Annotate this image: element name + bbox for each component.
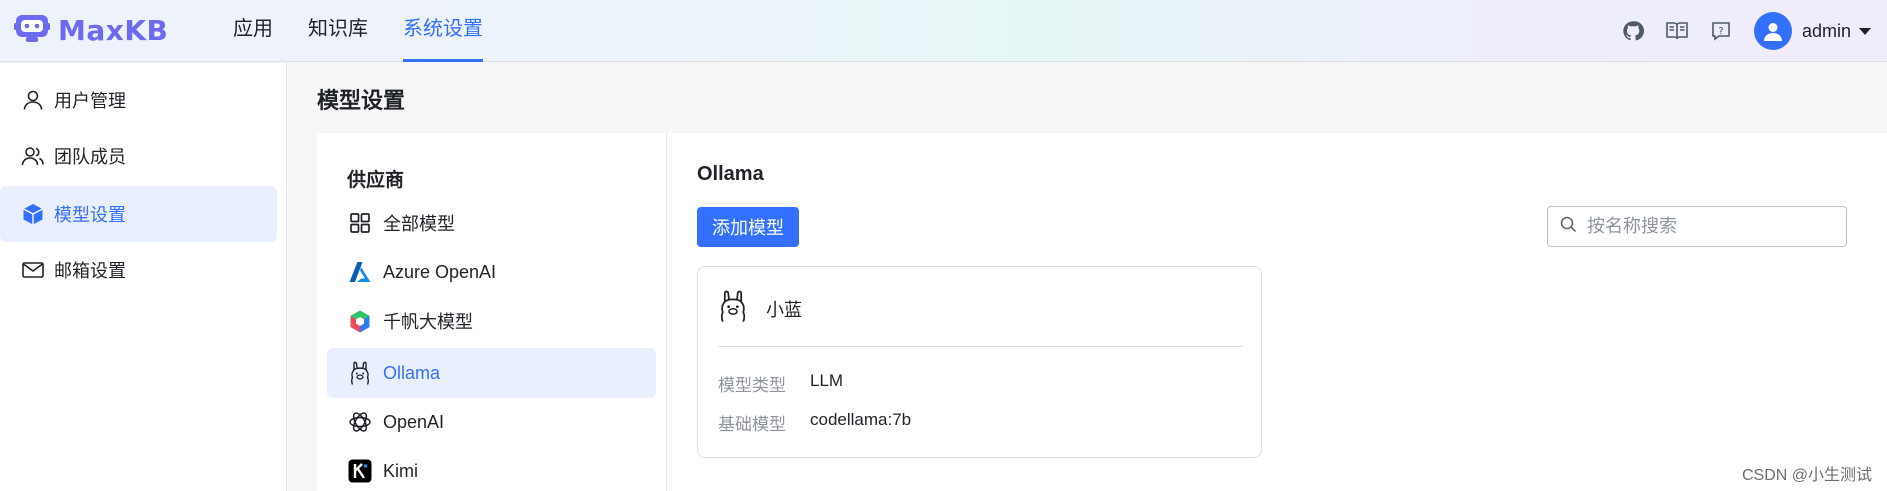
card-divider <box>718 346 1243 347</box>
provider-item-qianfan[interactable]: 千帆大模型 <box>327 296 656 346</box>
provider-detail-title: Ollama <box>697 163 764 185</box>
page-title: 模型设置 <box>317 88 406 113</box>
svg-text:?: ? <box>1718 26 1723 37</box>
robot-logo-icon <box>14 12 50 49</box>
docs-book-icon[interactable] <box>1664 18 1690 44</box>
model-search-box[interactable] <box>1547 206 1847 247</box>
tab-system-settings[interactable]: 系统设置 <box>403 0 483 62</box>
search-icon <box>1560 216 1577 238</box>
model-type-value: LLM <box>810 371 844 390</box>
brand-name: MaxKB <box>58 13 169 47</box>
top-header: MaxKB 应用 知识库 系统设置 ? admin <box>0 0 1887 62</box>
provider-item-label: Ollama <box>383 362 441 383</box>
search-input[interactable] <box>1587 216 1827 237</box>
top-nav: 应用 知识库 系统设置 <box>233 0 518 62</box>
model-type-label: 模型类型 <box>718 376 786 395</box>
provider-item-ollama[interactable]: Ollama <box>327 348 656 398</box>
base-model-row: 基础模型 codellama:7b <box>718 410 911 435</box>
provider-item-label: 全部模型 <box>383 214 455 234</box>
watermark: CSDN @小生测试 <box>1741 467 1872 484</box>
user-avatar[interactable] <box>1753 12 1792 50</box>
provider-item-label: Azure OpenAI <box>383 261 497 282</box>
provider-item-label: OpenAI <box>383 411 445 432</box>
tab-apps[interactable]: 应用 <box>233 0 273 62</box>
provider-list: 供应商 全部模型 Azure OpenAI 千帆大模型 Ollama OpenA… <box>317 133 667 491</box>
provider-item-azure-openai[interactable]: Azure OpenAI <box>327 247 656 297</box>
provider-item-label: Kimi <box>383 460 418 481</box>
sidebar-item-label: 用户管理 <box>54 91 126 111</box>
username-label[interactable]: admin <box>1802 21 1851 42</box>
header-actions: ? admin <box>1620 0 1887 62</box>
sidebar-item-team-members[interactable]: 团队成员 <box>0 128 277 184</box>
settings-sidebar: 用户管理 团队成员 模型设置 邮箱设置 <box>0 63 287 491</box>
model-type-row: 模型类型 LLM <box>718 371 843 396</box>
chevron-down-icon[interactable] <box>1859 27 1871 35</box>
provider-item-kimi[interactable]: Kimi <box>327 446 656 491</box>
base-model-value: codellama:7b <box>810 410 912 429</box>
user-icon <box>20 87 46 113</box>
sidebar-item-model-settings[interactable]: 模型设置 <box>0 186 277 242</box>
openai-icon <box>347 409 373 435</box>
provider-item-all-models[interactable]: 全部模型 <box>327 198 656 248</box>
ollama-icon <box>718 287 748 330</box>
add-model-button[interactable]: 添加模型 <box>697 207 799 247</box>
help-icon[interactable]: ? <box>1708 18 1734 44</box>
kimi-icon <box>347 458 373 484</box>
azure-icon <box>347 259 373 285</box>
github-icon[interactable] <box>1620 18 1646 44</box>
team-icon <box>20 143 46 169</box>
mail-icon <box>20 257 46 283</box>
base-model-label: 基础模型 <box>718 415 786 434</box>
model-settings-panel: 供应商 全部模型 Azure OpenAI 千帆大模型 Ollama OpenA… <box>317 133 1887 491</box>
cube-icon <box>20 201 46 227</box>
tab-knowledge-base[interactable]: 知识库 <box>308 0 368 62</box>
provider-item-openai[interactable]: OpenAI <box>327 397 656 447</box>
sidebar-item-label: 模型设置 <box>54 205 126 225</box>
grid-icon <box>347 210 373 236</box>
sidebar-item-label: 团队成员 <box>54 147 126 167</box>
sidebar-item-user-management[interactable]: 用户管理 <box>0 72 277 128</box>
model-card-header: 小蓝 <box>718 287 802 330</box>
ollama-icon <box>347 360 373 386</box>
qianfan-icon <box>347 308 373 334</box>
model-name: 小蓝 <box>766 299 802 320</box>
sidebar-item-label: 邮箱设置 <box>54 261 126 281</box>
provider-item-label: 千帆大模型 <box>383 312 473 332</box>
sidebar-item-mail-settings[interactable]: 邮箱设置 <box>0 242 277 298</box>
brand-logo[interactable]: MaxKB <box>14 12 168 48</box>
model-card[interactable]: 小蓝 模型类型 LLM 基础模型 codellama:7b <box>697 266 1262 458</box>
provider-list-title: 供应商 <box>347 170 405 191</box>
